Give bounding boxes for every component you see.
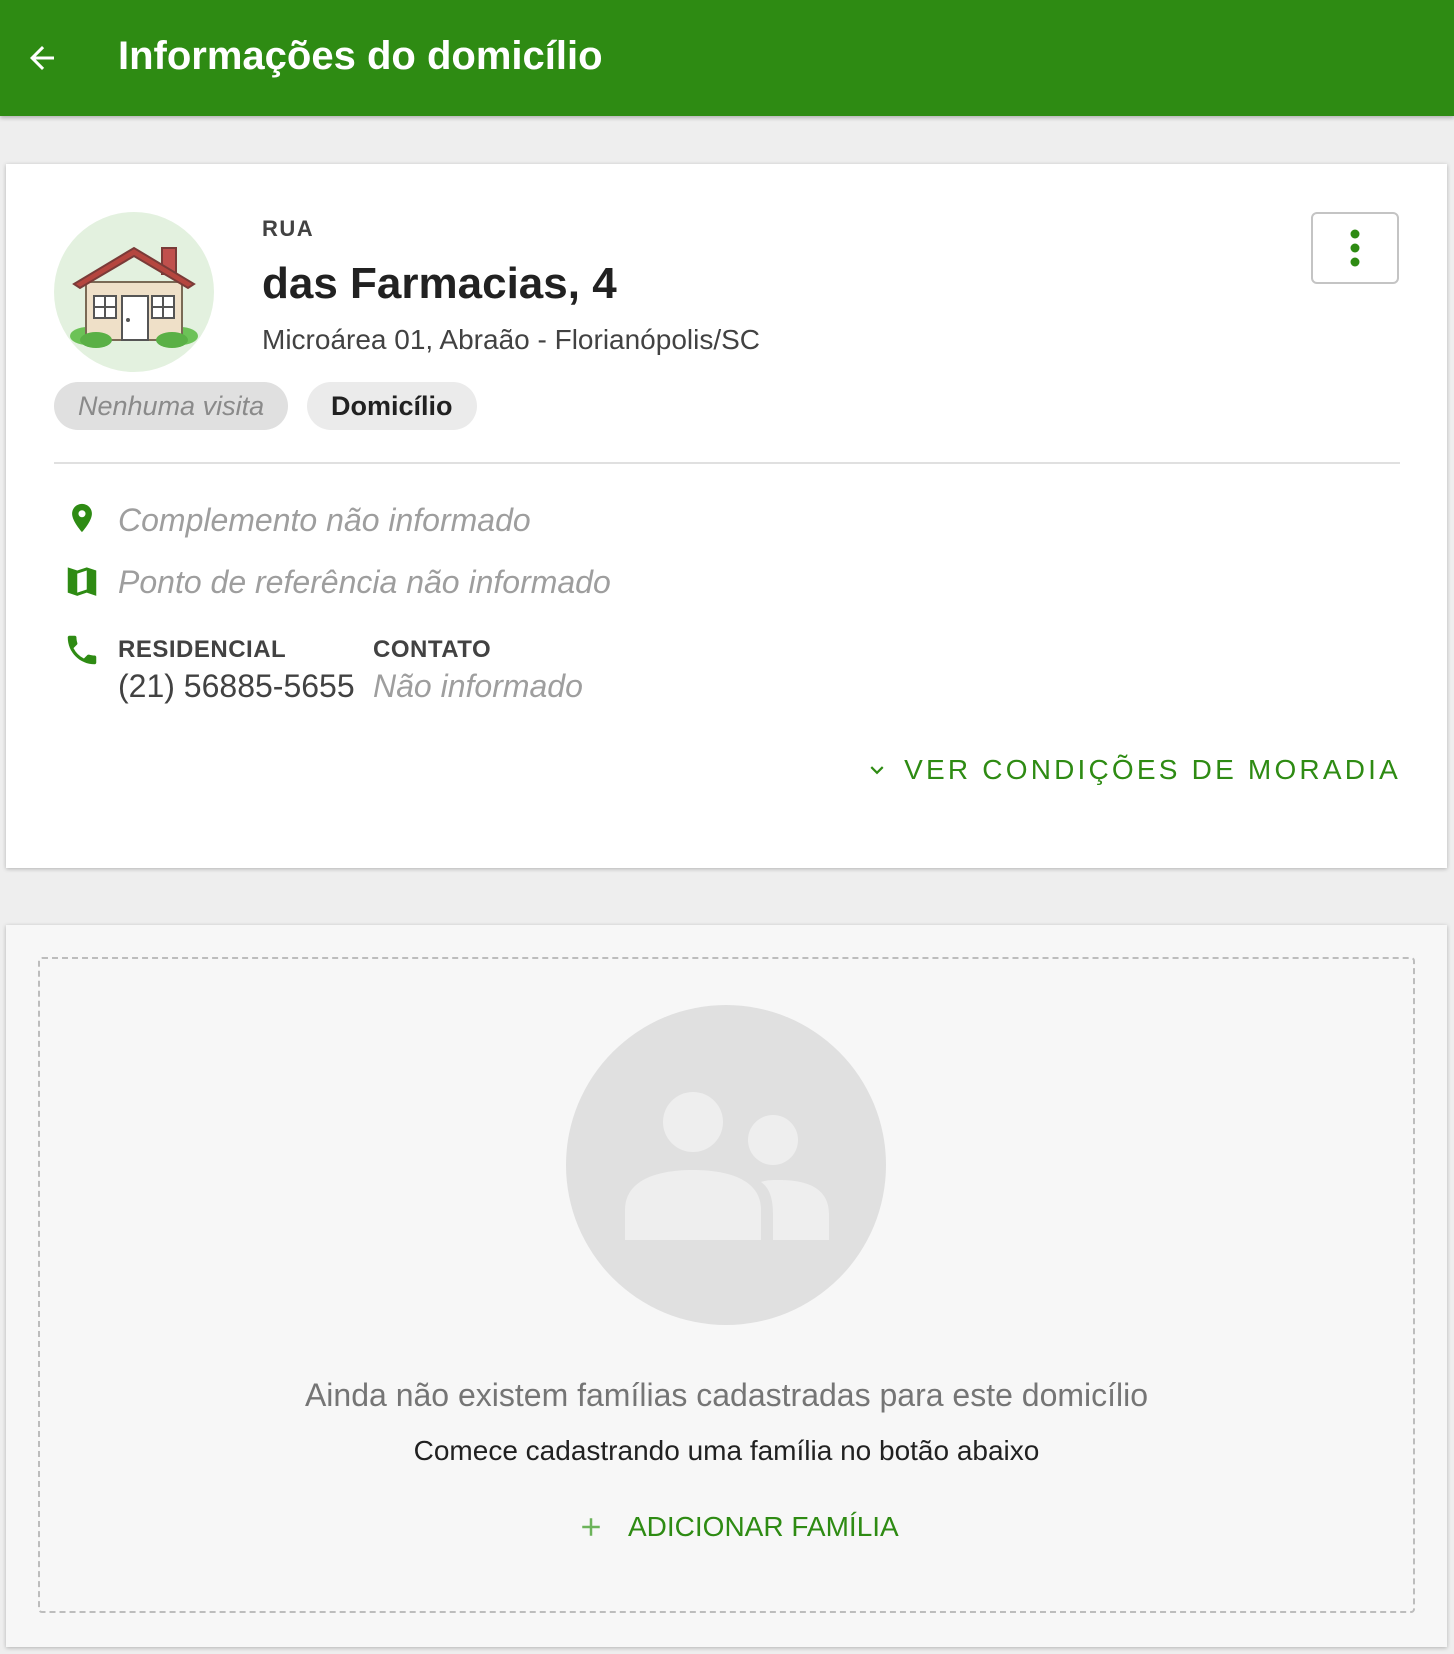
people-icon (625, 1092, 829, 1240)
street-type: RUA (262, 216, 315, 241)
more-options-button[interactable] (1311, 212, 1399, 284)
residential-phone-value: (21) 56885-5655 (118, 668, 355, 704)
phone-row-icon (62, 628, 102, 672)
app-bar: Informações do domicílio (0, 0, 1454, 116)
locality: Microárea 01, Abraão - Florianópolis/SC (262, 324, 761, 355)
household-type-chip: Domicílio (307, 382, 477, 430)
location-pin-icon (72, 503, 92, 533)
view-living-conditions-button[interactable]: VER CONDIÇÕES DE MORADIA (864, 754, 1401, 786)
visit-status-chip: Nenhuma visita (54, 382, 289, 430)
empty-state-illustration (566, 1005, 886, 1325)
divider (54, 462, 1400, 464)
back-button[interactable] (12, 28, 72, 88)
contact-phone-label: CONTATO (373, 636, 492, 663)
street-name: das Farmacias, 4 (262, 259, 617, 308)
add-family-button[interactable]: ADICIONAR FAMÍLIA (576, 1511, 899, 1543)
household-avatar (54, 212, 214, 372)
reference-row-icon (62, 558, 102, 602)
add-family-label: ADICIONAR FAMÍLIA (628, 1511, 899, 1542)
page-title: Informações do domicílio (118, 34, 603, 78)
contact-phone-value: Não informado (373, 668, 583, 704)
arrow-left-icon (30, 46, 54, 70)
chevron-down-icon (870, 766, 884, 775)
house-icon (70, 246, 198, 348)
phone-icon (67, 635, 97, 665)
empty-state-title: Ainda não existem famílias cadastradas p… (304, 1377, 1149, 1413)
more-vertical-icon (1350, 229, 1360, 267)
families-card: Ainda não existem famílias cadastradas p… (6, 925, 1447, 1647)
empty-state-subtitle: Comece cadastrando uma família no botão … (413, 1435, 1040, 1466)
view-living-conditions-label: VER CONDIÇÕES DE MORADIA (904, 754, 1401, 785)
household-card: RUA das Farmacias, 4 Microárea 01, Abraã… (6, 164, 1447, 868)
complement-row-icon (62, 496, 102, 540)
reference-text: Ponto de referência não informado (118, 564, 611, 600)
plus-icon (582, 1518, 600, 1536)
complement-text: Complemento não informado (118, 502, 531, 538)
map-icon (67, 567, 97, 596)
residential-phone-label: RESIDENCIAL (118, 636, 287, 663)
